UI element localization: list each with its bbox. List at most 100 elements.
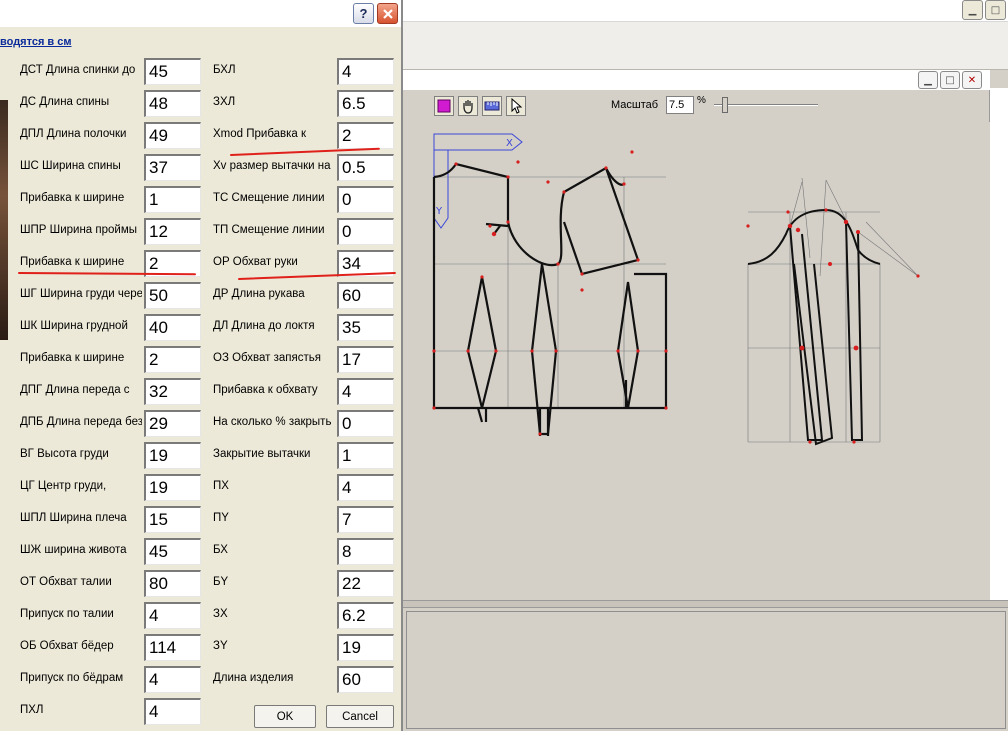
field-label: ДПБ Длина переда без [20,416,142,428]
ruler-tool-button[interactable] [482,96,502,116]
main-maximize-button[interactable]: □ [985,0,1006,20]
measurement-input[interactable]: 0 [337,410,394,437]
field-label: ШПР Ширина проймы [20,224,138,236]
field-label: ЗХ [213,608,228,620]
scale-slider-thumb[interactable] [722,97,728,113]
pattern-minimize-button[interactable]: ▁ [918,71,938,89]
field-label: Припуск по талии [20,608,114,620]
measurement-input[interactable]: 0 [337,186,394,213]
field-label: ОР Обхват руки [213,256,298,268]
cancel-button[interactable]: Cancel [326,705,394,728]
field-label: ДПГ Длина переда с [20,384,130,396]
field-label: Длина изделия [213,672,294,684]
measurement-input[interactable]: 22 [337,570,394,597]
field-label: ПХ [213,480,229,492]
field-label: Xmod Прибавка к [213,128,307,140]
measurement-input[interactable]: 4 [337,474,394,501]
pattern-window-titlebar: ▁ □ ✕ [400,70,990,90]
measurement-input[interactable]: 4 [337,378,394,405]
field-label: ЦГ Центр груди, [20,480,107,492]
field-label: ШПЛ Ширина плеча [20,512,127,524]
measurement-input[interactable]: 4 [337,58,394,85]
measurement-input[interactable]: 7 [337,506,394,533]
measurement-input[interactable]: 6.2 [337,602,394,629]
field-label: ТП Смещение линии [213,224,325,236]
field-label: Припуск по бёдрам [20,672,124,684]
hand-pan-tool-button[interactable] [458,96,478,116]
measurement-input[interactable]: 49 [144,122,201,149]
pattern-canvas[interactable]: X Y [406,122,990,600]
pattern-close-button[interactable]: ✕ [962,71,982,89]
measurement-input[interactable]: 15 [144,506,201,533]
measurement-input[interactable]: 1 [144,186,201,213]
measurement-input[interactable]: 1 [337,442,394,469]
field-label: БХЛ [213,64,236,76]
bodice-construction-lines [434,176,666,408]
scale-input[interactable]: 7.5 [666,96,694,114]
measurement-input[interactable]: 4 [144,698,201,725]
measurement-input[interactable]: 19 [144,474,201,501]
measurement-input[interactable]: 4 [144,666,201,693]
pattern-window: ▁ □ ✕ Масштаб 7.5 % X Y [400,70,990,600]
measurement-input[interactable]: 29 [144,410,201,437]
maximize-icon: □ [945,74,955,86]
measurement-input[interactable]: 114 [144,634,201,661]
bottom-panel-frame [406,611,1006,729]
field-label: На сколько % закрыть [213,416,332,428]
field-label: ВГ Высота груди [20,448,109,460]
pattern-maximize-button[interactable]: □ [940,71,960,89]
measurement-input[interactable]: 4 [144,602,201,629]
photo-edge-strip [0,100,8,340]
measurement-input[interactable]: 35 [337,314,394,341]
units-header-link[interactable]: водятся в см [0,36,72,48]
field-label: ШГ Ширина груди через [20,288,142,300]
field-label: Xv размер вытачки на [213,160,331,172]
field-label: ШЖ ширина живота [20,544,127,556]
pattern-horizontal-scrollbar[interactable] [400,600,1008,608]
measurement-input[interactable]: 45 [144,58,201,85]
measurement-input[interactable]: 0.5 [337,154,394,181]
measurement-input[interactable]: 6.5 [337,90,394,117]
field-label: Прибавка к ширине [20,256,125,268]
measurement-input[interactable]: 8 [337,538,394,565]
annotation-underline [17,272,197,276]
measurement-input[interactable]: 32 [144,378,201,405]
field-label: ДПЛ Длина полочки [20,128,127,140]
measurement-input[interactable]: 48 [144,90,201,117]
select-color-tool-button[interactable] [434,96,454,116]
measurement-input[interactable]: 17 [337,346,394,373]
hand-pan-icon [463,100,473,114]
measurement-input[interactable]: 37 [144,154,201,181]
scale-slider-track[interactable] [714,104,818,106]
measurement-input[interactable]: 19 [144,442,201,469]
measurement-input[interactable]: 2 [337,122,394,149]
field-label: ДЛ Длина до локтя [213,320,315,332]
field-label: ЗY [213,640,228,652]
measurement-input[interactable]: 19 [337,634,394,661]
help-icon: ? [359,6,368,21]
measurement-input[interactable]: 60 [337,666,394,693]
field-label: ДС Длина спины [20,96,110,108]
dialog-help-button[interactable]: ? [353,3,374,24]
measurement-input[interactable]: 40 [144,314,201,341]
field-label: ПХЛ [20,704,44,716]
measurement-input[interactable]: 80 [144,570,201,597]
measurement-input[interactable]: 60 [337,282,394,309]
measurement-input[interactable]: 45 [144,538,201,565]
bottom-panel [400,608,1008,731]
measurement-input[interactable]: 2 [144,346,201,373]
minimize-icon: ▁ [968,4,977,16]
measurement-input[interactable]: 50 [144,282,201,309]
measurement-input[interactable]: 0 [337,218,394,245]
pointer-tool-button[interactable] [506,96,526,116]
ok-button[interactable]: OK [254,705,316,728]
main-minimize-button[interactable]: ▁ [962,0,983,20]
dialog-close-button[interactable] [377,3,398,24]
field-label: ПY [213,512,229,524]
pattern-vertical-scrollbar[interactable] [990,88,1008,600]
pointer-arrow-icon [511,98,523,114]
field-label: ДСТ Длина спинки до [20,64,136,76]
bodice-block-outline [432,162,668,436]
measurement-input[interactable]: 12 [144,218,201,245]
main-toolbar-area [400,22,1008,70]
